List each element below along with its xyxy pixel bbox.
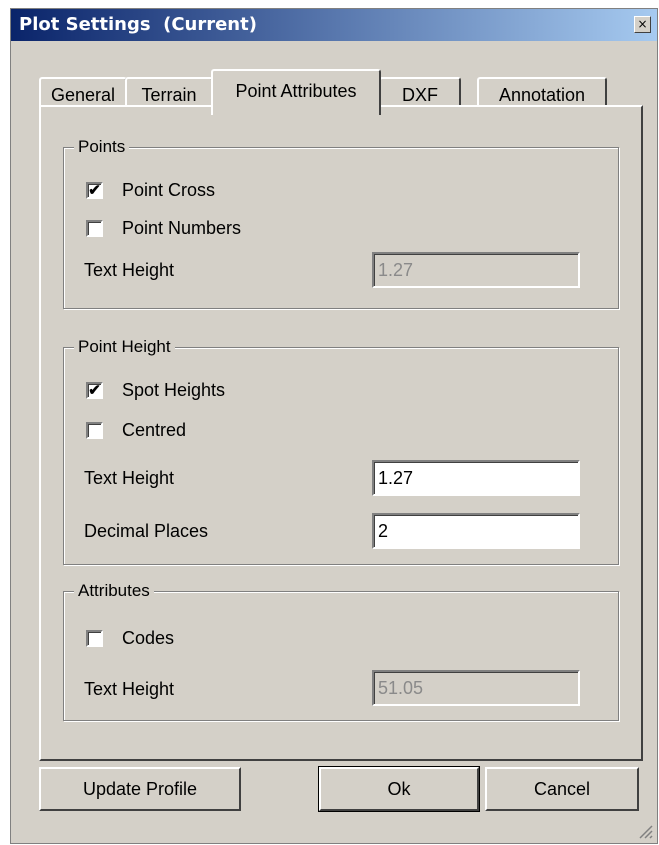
- points-text-height-label: Text Height: [84, 260, 175, 280]
- spot-heights-checkbox[interactable]: ✔: [86, 382, 103, 399]
- centred-checkbox[interactable]: [86, 422, 103, 439]
- codes-label[interactable]: Codes: [122, 627, 174, 649]
- codes-checkbox[interactable]: [86, 630, 103, 647]
- tab-panel-point-attributes: Points ✔ Point Cross Point Numbers Text …: [39, 105, 643, 761]
- point-cross-label[interactable]: Point Cross: [122, 179, 215, 201]
- points-legend: Points: [74, 136, 130, 158]
- spot-heights-label[interactable]: Spot Heights: [122, 379, 225, 401]
- point-height-group: Point Height ✔ Spot Heights Centred Text…: [63, 336, 619, 565]
- decimal-places-input[interactable]: 2: [372, 513, 580, 549]
- attributes-text-height-input: 51.05: [372, 670, 580, 706]
- close-button[interactable]: ×: [634, 16, 651, 33]
- resize-grip-icon[interactable]: [637, 823, 653, 839]
- spot-text-height-label: Text Height: [84, 468, 175, 488]
- decimal-places-label: Decimal Places: [84, 521, 209, 541]
- plot-settings-dialog: Plot Settings (Current) × General Terrai…: [10, 8, 658, 844]
- point-numbers-label[interactable]: Point Numbers: [122, 217, 241, 239]
- attributes-group: Attributes Codes Text Height 51.05: [63, 580, 619, 721]
- spot-text-height-input[interactable]: 1.27: [372, 460, 580, 496]
- cancel-button[interactable]: Cancel: [485, 767, 639, 811]
- point-numbers-checkbox[interactable]: [86, 220, 103, 237]
- point-height-legend: Point Height: [74, 336, 175, 358]
- update-profile-button[interactable]: Update Profile: [39, 767, 241, 811]
- title-bar[interactable]: Plot Settings (Current) ×: [11, 9, 657, 41]
- tab-point-attributes[interactable]: Point Attributes: [211, 69, 381, 115]
- attributes-legend: Attributes: [74, 580, 154, 602]
- window-title: Plot Settings (Current): [19, 14, 257, 35]
- ok-button[interactable]: Ok: [318, 766, 480, 812]
- centred-label[interactable]: Centred: [122, 419, 186, 441]
- attributes-text-height-label: Text Height: [84, 679, 175, 699]
- points-text-height-input: 1.27: [372, 252, 580, 288]
- points-group: Points ✔ Point Cross Point Numbers Text …: [63, 136, 619, 309]
- point-cross-checkbox[interactable]: ✔: [86, 182, 103, 199]
